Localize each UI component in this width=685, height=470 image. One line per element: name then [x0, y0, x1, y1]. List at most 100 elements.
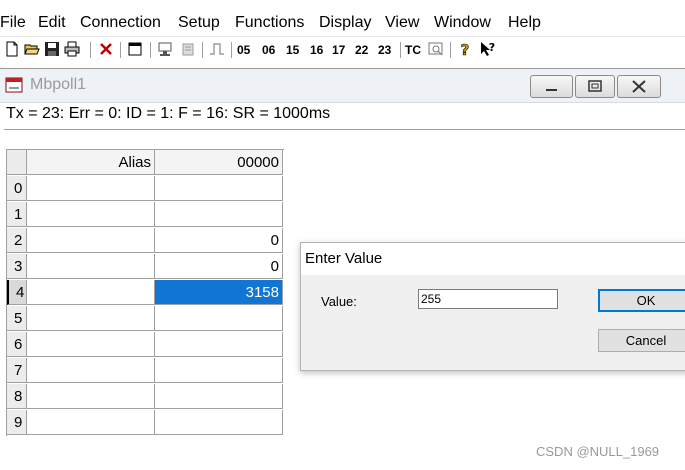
value-label: Value:: [321, 294, 357, 309]
disconnect-icon[interactable]: [98, 41, 114, 57]
maximize-button[interactable]: [575, 75, 615, 98]
read-icon[interactable]: [157, 41, 173, 57]
value-cell[interactable]: 0: [155, 228, 283, 253]
value-cell[interactable]: [155, 410, 283, 435]
alias-cell[interactable]: [27, 332, 155, 357]
row-index: 1: [7, 202, 27, 227]
toolbar-separator: [400, 42, 401, 58]
value-input[interactable]: 255: [418, 289, 558, 309]
cancel-button[interactable]: Cancel: [598, 329, 685, 352]
ok-button[interactable]: OK: [598, 289, 685, 312]
toolbar-separator: [450, 42, 451, 58]
row-index: 0: [7, 176, 27, 201]
svg-text:?: ?: [461, 41, 470, 57]
address-column-header: 00000: [155, 150, 283, 175]
alias-cell[interactable]: [27, 202, 155, 227]
alias-cell[interactable]: [27, 176, 155, 201]
enter-value-dialog: Enter Value Value: 255 OK Cancel: [300, 242, 685, 371]
alias-cell[interactable]: [27, 228, 155, 253]
toolbar-separator: [120, 42, 121, 58]
pulse-icon[interactable]: [209, 41, 225, 57]
table-row: 4 3158: [7, 280, 284, 306]
row-index: 4: [7, 280, 27, 305]
function-17-button[interactable]: 17: [332, 41, 345, 59]
menu-edit[interactable]: Edit: [38, 12, 66, 34]
row-index: 3: [7, 254, 27, 279]
function-05-button[interactable]: 05: [237, 41, 250, 59]
grid-header-row: Alias 00000: [7, 150, 284, 176]
alias-cell[interactable]: [27, 254, 155, 279]
value-cell[interactable]: [155, 306, 283, 331]
alias-cell[interactable]: [27, 280, 155, 305]
value-cell[interactable]: [155, 332, 283, 357]
row-index: 2: [7, 228, 27, 253]
value-cell[interactable]: 0: [155, 254, 283, 279]
row-index: 7: [7, 358, 27, 383]
table-row: 7: [7, 358, 284, 384]
menu-view[interactable]: View: [385, 12, 419, 34]
window-title-bar: Mbpoll1: [0, 69, 685, 103]
row-index: 9: [7, 410, 27, 435]
function-06-button[interactable]: 06: [262, 41, 275, 59]
table-row: 5: [7, 306, 284, 332]
alias-cell[interactable]: [27, 306, 155, 331]
alias-cell[interactable]: [27, 358, 155, 383]
dialog-title: Enter Value: [305, 250, 383, 267]
print-icon[interactable]: [64, 41, 80, 57]
function-23-button[interactable]: 23: [378, 41, 391, 59]
function-22-button[interactable]: 22: [355, 41, 368, 59]
traffic-button[interactable]: TC: [405, 41, 421, 59]
svg-text:?: ?: [489, 41, 495, 54]
alias-cell[interactable]: [27, 384, 155, 409]
function-15-button[interactable]: 15: [286, 41, 299, 59]
function-16-button[interactable]: 16: [310, 41, 323, 59]
close-icon: [632, 80, 646, 93]
table-row: 8: [7, 384, 284, 410]
toolbar-separator: [150, 42, 151, 58]
grid-corner: [7, 150, 27, 175]
toolbar-separator: [90, 42, 91, 58]
minimize-button[interactable]: [530, 75, 573, 98]
open-folder-icon[interactable]: [24, 41, 40, 57]
toolbar: 05 06 15 16 17 22 23 TC ? ?: [0, 36, 685, 63]
table-row: 2 0: [7, 228, 284, 254]
watermark: CSDN @NULL_1969: [536, 444, 660, 459]
table-row: 0: [7, 176, 284, 202]
dialog-title-bar: Enter Value: [301, 243, 685, 275]
menu-setup[interactable]: Setup: [178, 12, 220, 34]
value-cell[interactable]: [155, 202, 283, 227]
minimize-icon: [546, 89, 557, 91]
status-line: Tx = 23: Err = 0: ID = 1: F = 16: SR = 1…: [6, 105, 331, 122]
alias-cell[interactable]: [27, 410, 155, 435]
help-icon[interactable]: ?: [457, 41, 473, 57]
menu-functions[interactable]: Functions: [235, 12, 304, 34]
row-index: 8: [7, 384, 27, 409]
selected-value-cell[interactable]: 3158: [155, 280, 283, 305]
close-button[interactable]: [617, 75, 661, 98]
window-icon[interactable]: [127, 41, 143, 57]
save-icon[interactable]: [44, 41, 60, 57]
row-index: 6: [7, 332, 27, 357]
table-row: 9: [7, 410, 284, 436]
menu-display[interactable]: Display: [319, 12, 371, 34]
restore-icon: [588, 80, 602, 92]
new-file-icon[interactable]: [4, 41, 20, 57]
value-cell[interactable]: [155, 384, 283, 409]
menu-window[interactable]: Window: [434, 12, 491, 34]
context-help-icon[interactable]: ?: [479, 41, 495, 57]
app-icon: [5, 77, 23, 93]
table-row: 1: [7, 202, 284, 228]
window-title: Mbpoll1: [30, 76, 87, 93]
row-index: 5: [7, 306, 27, 331]
menu-file[interactable]: File: [0, 12, 26, 34]
value-cell[interactable]: [155, 358, 283, 383]
table-row: 6: [7, 332, 284, 358]
menu-help[interactable]: Help: [508, 12, 541, 34]
menu-connection[interactable]: Connection: [80, 12, 161, 34]
write-icon[interactable]: [180, 41, 196, 57]
monitor-icon[interactable]: [428, 41, 444, 57]
status-divider: [4, 129, 685, 130]
alias-column-header: Alias: [27, 150, 155, 175]
value-cell[interactable]: [155, 176, 283, 201]
toolbar-separator: [231, 42, 232, 58]
